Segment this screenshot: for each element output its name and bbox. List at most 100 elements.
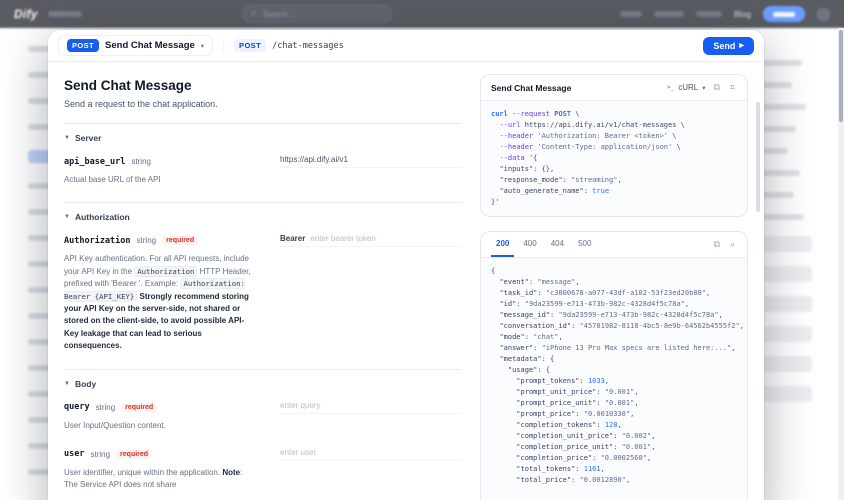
modal-header: POST Send Chat Message ▾ POST /chat-mess…: [48, 30, 764, 62]
code-line: "prompt_price": "0.0010330",: [491, 409, 737, 420]
code-line: "inputs": {},: [491, 164, 737, 175]
field-user: userstringrequiredenter userUser identif…: [64, 448, 462, 492]
input-value: https://api.dify.ai/v1: [280, 155, 348, 164]
chevron-down-icon: ▾: [702, 84, 705, 92]
param-name: Authorization: [64, 236, 131, 246]
code-line: "completion_price_unit": "0.001",: [491, 442, 737, 453]
section-toggle-server[interactable]: ▼ Server: [64, 133, 462, 143]
scrollbar-thumb[interactable]: [756, 102, 760, 212]
endpoint-label: Send Chat Message: [105, 40, 195, 51]
chevron-down-icon: ▼: [64, 214, 70, 220]
response-tab-400[interactable]: 400: [518, 232, 541, 257]
page-scrollbar[interactable]: [838, 28, 844, 500]
section-toggle-body[interactable]: ▼ Body: [64, 379, 462, 389]
code-line: "completion_tokens": 128,: [491, 420, 737, 431]
section-server: ▼ Server api_base_url string https://api.dif…: [64, 123, 462, 186]
code-column: Send Chat Message >_ cURL ▾ ⧉ ⌗ curl --r…: [480, 74, 748, 500]
required-badge: required: [162, 236, 198, 245]
code-line: curl --request POST \: [491, 109, 737, 120]
param-description: User identifier, unique within the appli…: [64, 467, 256, 492]
param-type: string: [90, 450, 110, 459]
scrollbar-thumb[interactable]: [839, 30, 843, 122]
response-tab-200[interactable]: 200: [491, 232, 514, 257]
field-query: querystringrequiredenter queryUser Input…: [64, 401, 462, 432]
code-line: "total_tokens": 1161,: [491, 464, 737, 475]
field-api_base_url: api_base_url string https://api.dify.ai/v1…: [64, 155, 462, 186]
code-line: "prompt_unit_price": "0.001",: [491, 387, 737, 398]
input-placeholder: enter query: [280, 401, 320, 410]
param-type: string: [137, 236, 157, 245]
param-name: api_base_url: [64, 157, 125, 167]
code-line: --data '{: [491, 153, 737, 164]
input-placeholder: enter bearer token: [310, 234, 375, 243]
copy-icon[interactable]: ⧉: [712, 240, 722, 249]
code-view-icon[interactable]: ⌗: [728, 83, 737, 92]
response-card-header: 200400404500 ⧉ ⌕: [481, 232, 747, 258]
code-line: "mode": "chat",: [491, 332, 737, 343]
param-description: API Key authentication. For all API requ…: [64, 253, 256, 352]
field-meta: userstringrequired: [64, 448, 264, 461]
request-card-header: Send Chat Message >_ cURL ▾ ⧉ ⌗: [481, 75, 747, 101]
input-placeholder: enter user: [280, 448, 316, 457]
section-body: ▼ Body query string required enter query User …: [64, 369, 462, 492]
endpoint-path-group: POST /chat-messages: [223, 39, 344, 52]
query-input[interactable]: enter query: [280, 401, 462, 414]
param-type: string: [96, 403, 116, 412]
page-subtitle: Send a request to the chat application.: [64, 99, 462, 109]
param-name: query: [64, 402, 90, 412]
code-line: "total_price": "0.0012890",: [491, 475, 737, 486]
code-line: "completion_unit_price": "0.002",: [491, 431, 737, 442]
input-prefix: Bearer: [280, 234, 305, 243]
field-meta: querystringrequired: [64, 401, 264, 414]
section-label: Body: [75, 379, 96, 389]
field-meta: api_base_url string: [64, 155, 264, 168]
api_base_url-input[interactable]: https://api.dify.ai/v1: [280, 155, 462, 168]
response-tab-500[interactable]: 500: [573, 232, 596, 257]
screen: Dify ⌕ Search... Blog POST Send Chat Mes…: [0, 0, 844, 500]
method-badge-soft: POST: [234, 39, 266, 52]
section-toggle-authorization[interactable]: ▼ Authorization: [64, 212, 462, 222]
section-label: Authorization: [75, 212, 130, 222]
language-select[interactable]: >_ cURL ▾: [667, 83, 706, 92]
code-line: "usage": {: [491, 365, 737, 376]
param-type: string: [131, 157, 151, 166]
send-button[interactable]: Send ▶: [703, 37, 754, 55]
code-line: --header 'Authorization: Bearer <token>'…: [491, 131, 737, 142]
code-line: {: [491, 266, 737, 277]
endpoint-path: /chat-messages: [272, 41, 344, 51]
response-tab-404[interactable]: 404: [546, 232, 569, 257]
param-description: Actual base URL of the API: [64, 174, 256, 186]
modal-scrollbar[interactable]: [756, 102, 760, 500]
language-label: cURL: [678, 83, 698, 92]
code-line: "prompt_tokens": 1033,: [491, 376, 737, 387]
authorization-input[interactable]: Bearer enter bearer token: [280, 234, 462, 247]
play-icon: ▶: [739, 43, 744, 49]
response-status-tabs: 200400404500: [491, 232, 706, 257]
page-title: Send Chat Message: [64, 78, 462, 93]
terminal-icon: >_: [667, 84, 674, 91]
chevron-down-icon: ▼: [64, 381, 70, 387]
field-authorization: Authorization string required Bearer enter b…: [64, 234, 462, 352]
response-example-card: 200400404500 ⧉ ⌕ { "event": "message", "…: [480, 231, 748, 500]
endpoint-select[interactable]: POST Send Chat Message ▾: [58, 35, 213, 56]
copy-icon[interactable]: ⧉: [711, 83, 721, 92]
code-line: "conversation_id": "45701982-8118-4bc5-8…: [491, 321, 737, 332]
doc-column: Send Chat Message Send a request to the …: [64, 74, 462, 500]
code-line: "metadata": {: [491, 354, 737, 365]
param-description: User Input/Question content.: [64, 420, 256, 432]
section-label: Server: [75, 133, 101, 143]
send-button-label: Send: [713, 41, 735, 51]
request-example-card: Send Chat Message >_ cURL ▾ ⧉ ⌗ curl --r…: [480, 74, 748, 217]
code-line: }': [491, 197, 737, 208]
chevron-down-icon: ▾: [201, 42, 204, 50]
code-line: "response_mode": "streaming",: [491, 175, 737, 186]
code-line: "id": "9da23599-e713-473b-982c-4328d4f5c…: [491, 299, 737, 310]
chevron-down-icon: ▼: [64, 135, 70, 141]
user-input[interactable]: enter user: [280, 448, 462, 461]
preview-icon[interactable]: ⌕: [728, 240, 737, 249]
method-badge: POST: [67, 39, 99, 52]
code-line: "task_id": "c3800678-a077-43df-a102-53f2…: [491, 288, 737, 299]
required-badge: required: [116, 450, 152, 459]
request-card-title: Send Chat Message: [491, 83, 661, 93]
code-line: "event": "message",: [491, 277, 737, 288]
